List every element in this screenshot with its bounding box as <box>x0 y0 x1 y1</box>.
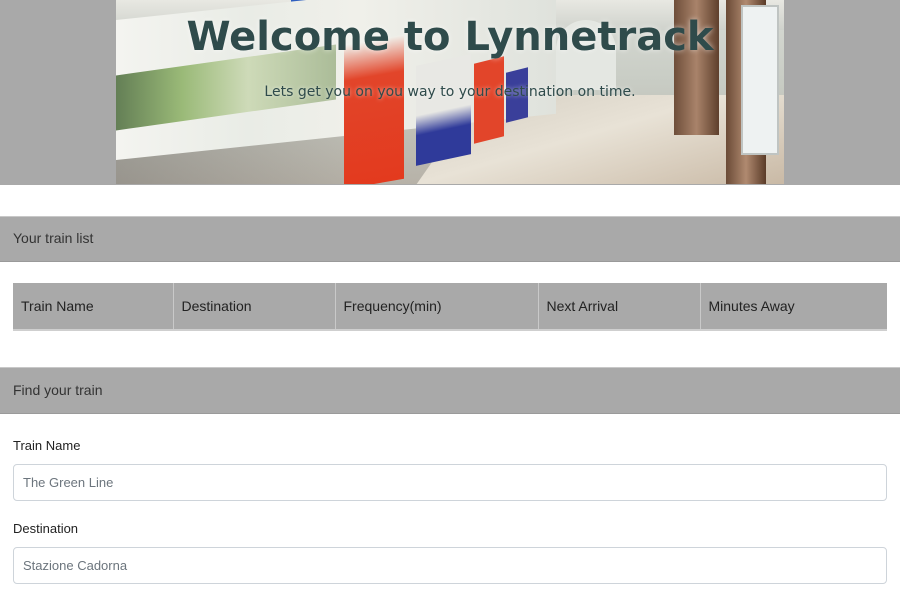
page-title: Welcome to Lynnetrack <box>186 14 714 60</box>
page-subtitle: Lets get you on you way to your destinat… <box>264 84 636 100</box>
destination-input[interactable] <box>13 547 887 584</box>
column-header-frequency: Frequency(min) <box>334 283 538 331</box>
train-name-label: Train Name <box>13 438 81 453</box>
column-header-destination: Destination <box>172 283 335 331</box>
train-name-input[interactable] <box>13 464 887 501</box>
column-header-minutes-away: Minutes Away <box>699 283 887 331</box>
table-header-row: Train Name Destination Frequency(min) Ne… <box>13 283 887 331</box>
destination-label: Destination <box>13 521 79 536</box>
train-list-table: Train Name Destination Frequency(min) Ne… <box>13 283 887 331</box>
page-header: FEED YOUR Welcome to Lynnetrack Lets get… <box>0 0 900 185</box>
train-list-heading: Your train list <box>0 216 900 262</box>
column-header-train-name: Train Name <box>13 283 173 331</box>
find-train-heading: Find your train <box>0 367 900 414</box>
column-header-next-arrival: Next Arrival <box>537 283 700 331</box>
